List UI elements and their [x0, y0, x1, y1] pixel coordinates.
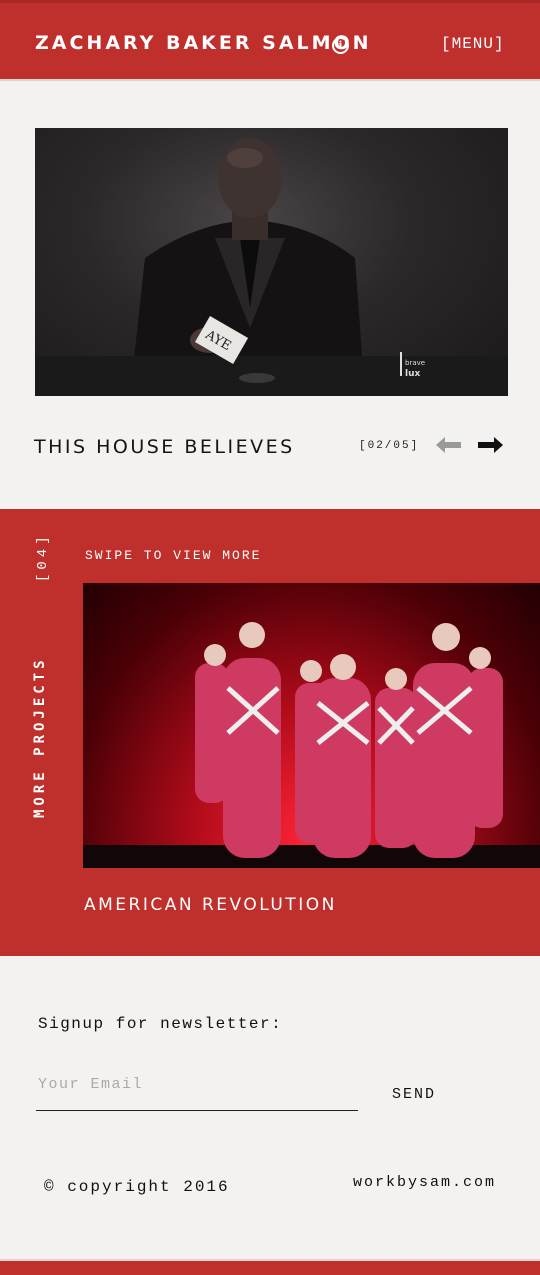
menu-button[interactable]: [MENU] [441, 35, 505, 53]
site-link[interactable]: workbysam.com [353, 1174, 496, 1191]
brave-lux-logo: brave lux [400, 352, 425, 379]
projects-count: [04] [35, 532, 51, 582]
arrow-left-icon[interactable] [435, 436, 461, 454]
info-icon[interactable]: i [332, 37, 349, 54]
copyright-text: © copyright 2016 [44, 1178, 230, 1196]
project-title[interactable]: THIS HOUSE BELIEVES [34, 436, 295, 458]
email-field[interactable] [36, 1070, 358, 1111]
svg-text:lux: lux [405, 369, 420, 379]
project-card-title[interactable]: AMERICAN REVOLUTION [84, 895, 337, 915]
swipe-hint: SWIPE TO VIEW MORE [85, 548, 262, 563]
send-button[interactable]: SEND [392, 1086, 436, 1103]
site-title[interactable]: ZACHARY BAKER SALMON [35, 32, 372, 54]
site-header: ZACHARY BAKER SALMON i [MENU] [0, 0, 540, 81]
performers-illustration [83, 622, 540, 868]
arrow-right-icon[interactable] [478, 436, 504, 454]
footer-bar [0, 1259, 540, 1275]
aye-card: AYE brave lux [195, 316, 425, 379]
project-card-image[interactable] [83, 583, 540, 868]
newsletter-label: Signup for newsletter: [38, 1015, 283, 1033]
svg-text:brave: brave [405, 359, 425, 367]
pager-indicator: [02/05] [359, 440, 420, 452]
featured-project-image[interactable]: AYE brave lux [35, 128, 508, 396]
more-projects-label: MORE PROJECTS [32, 656, 48, 818]
